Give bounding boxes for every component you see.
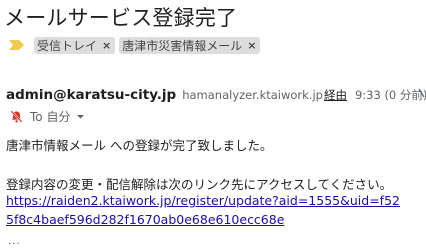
update-link-line-2[interactable]: 5f8c4baef596d282f1670ab0e68e610ecc68e <box>6 212 284 227</box>
body-line-1: 唐津市情報メール への登録が完了致しました。 <box>6 138 273 153</box>
body-line-2: 登録内容の変更・配信解除は次のリンク先にアクセスしてください。 <box>6 177 393 192</box>
sender-row: admin@karatsu-city.jp hamanalyzer.ktaiwo… <box>6 87 426 103</box>
notification-off-icon <box>10 110 23 123</box>
recipient-text: To 自分 <box>30 110 71 124</box>
labels-row: 受信トレイ × 唐津市災害情報メール × <box>8 36 264 54</box>
via-domain: hamanalyzer.ktaiwork.jp <box>182 88 323 102</box>
chevron-down-icon[interactable] <box>76 112 85 121</box>
label-chip-disaster-info[interactable]: 唐津市災害情報メール × <box>119 36 261 54</box>
remove-label-icon[interactable]: × <box>247 39 256 52</box>
message-time: 9:33 (0 分前) <box>354 88 426 102</box>
remove-label-icon[interactable]: × <box>102 39 111 52</box>
label-chip-text: 受信トレイ <box>37 38 98 53</box>
label-chip-inbox[interactable]: 受信トレイ × <box>34 36 116 54</box>
recipient-row: To 自分 <box>10 108 85 125</box>
via-link[interactable]: 経由 <box>324 87 347 103</box>
update-link-line-1[interactable]: https://raiden2.ktaiwork.jp/register/upd… <box>6 193 400 208</box>
more-options-icon[interactable] <box>418 88 426 98</box>
label-chip-text: 唐津市災害情報メール <box>122 38 243 53</box>
email-subject: メールサービス登録完了 <box>4 6 238 30</box>
importance-marker-icon[interactable] <box>8 38 26 52</box>
sender-email[interactable]: admin@karatsu-city.jp <box>6 87 176 103</box>
show-trimmed-content-button[interactable]: ... <box>8 236 21 247</box>
